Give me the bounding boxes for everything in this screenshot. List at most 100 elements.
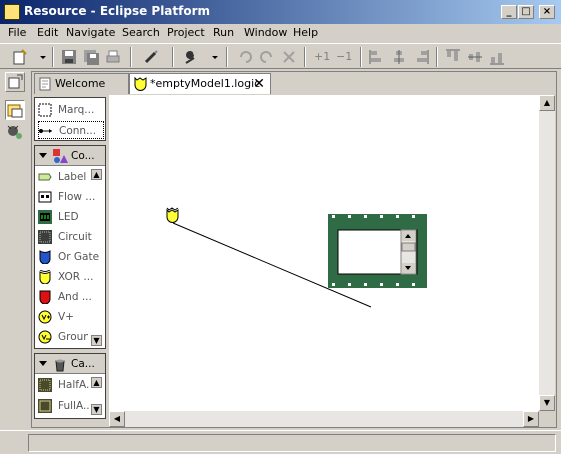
debug-perspective-icon[interactable] — [5, 122, 25, 142]
redo-icon[interactable] — [258, 48, 276, 66]
collapse-triangle-icon — [39, 361, 47, 366]
new-wizard-icon[interactable] — [12, 48, 30, 66]
palette-or-gate[interactable]: Or Gate — [38, 248, 104, 266]
toolbar-separator — [52, 47, 54, 67]
label-icon — [38, 170, 52, 184]
palette-scroll-down[interactable]: ▼ — [91, 335, 102, 346]
logic-model-icon — [134, 76, 147, 91]
status-bar — [0, 430, 561, 454]
menu-edit[interactable]: Edit — [37, 26, 58, 39]
scroll-left-button[interactable]: ◀ — [109, 411, 125, 427]
run-external-tool-icon[interactable] — [182, 48, 200, 66]
title-bar: Resource - Eclipse Platform _ □ × — [0, 0, 561, 24]
scroll-down-button[interactable]: ▼ — [539, 395, 555, 411]
perspective-bar — [2, 70, 28, 428]
print-icon[interactable] — [104, 48, 122, 66]
menu-search[interactable]: Search — [122, 26, 160, 39]
shapes-icon — [52, 148, 68, 164]
close-button[interactable]: × — [539, 5, 555, 19]
close-icon[interactable]: ✕ — [253, 74, 265, 94]
flow-container-icon — [38, 190, 52, 204]
chevron-down-icon[interactable] — [34, 48, 46, 66]
undo-icon[interactable] — [236, 48, 254, 66]
editor-area: Welcome *emptyModel1.logic ✕ Marq... Con — [31, 71, 557, 428]
palette-flow-container[interactable]: Flow ... — [38, 188, 104, 206]
toolbar-separator — [304, 47, 306, 67]
main-toolbar: +1 −1 — [0, 43, 561, 69]
save-all-icon[interactable] — [82, 48, 100, 66]
horizontal-scrollbar[interactable]: ◀ ▶ — [109, 411, 539, 427]
vplus-icon — [38, 310, 52, 324]
vertical-scrollbar[interactable]: ▲ ▼ — [539, 95, 555, 411]
menu-window[interactable]: Window — [244, 26, 287, 39]
and-gate-icon — [38, 290, 52, 305]
palette-ground[interactable]: Ground — [38, 328, 88, 346]
palette-vplus[interactable]: V+ — [38, 308, 104, 326]
full-adder-icon — [38, 399, 52, 413]
palette-connection-tool[interactable]: Conn... — [38, 121, 104, 139]
palette: Marq... Conn... Co... ▲ ▼ Label Flow ...… — [33, 95, 107, 421]
scroll-up-button[interactable]: ▲ — [539, 95, 555, 111]
tab-label: *emptyModel1.logic — [150, 77, 261, 90]
palette-scroll-up[interactable]: ▲ — [91, 377, 102, 388]
toolbar-separator — [436, 47, 438, 67]
align-center-icon[interactable] — [390, 48, 408, 66]
xor-gate-node[interactable] — [166, 207, 179, 223]
maximize-button[interactable]: □ — [518, 5, 534, 19]
open-perspective-icon[interactable] — [5, 72, 25, 92]
editor-tabs: Welcome *emptyModel1.logic ✕ — [32, 72, 556, 94]
palette-led[interactable]: LED — [38, 208, 104, 226]
diagram-canvas[interactable] — [109, 95, 539, 411]
menu-bar: File Edit Navigate Search Project Run Wi… — [0, 24, 561, 42]
decrement-button[interactable]: −1 — [336, 50, 352, 63]
toolbar-separator — [172, 47, 174, 67]
palette-full-adder[interactable]: FullA... — [38, 397, 90, 415]
marquee-icon — [38, 103, 52, 117]
led-node[interactable] — [328, 214, 427, 288]
tab-empty-model[interactable]: *emptyModel1.logic ✕ — [129, 73, 271, 94]
align-bottom-icon[interactable] — [488, 48, 506, 66]
delete-icon[interactable] — [280, 48, 298, 66]
menu-help[interactable]: Help — [293, 26, 318, 39]
increment-button[interactable]: +1 — [314, 50, 330, 63]
menu-run[interactable]: Run — [213, 26, 234, 39]
align-top-icon[interactable] — [444, 48, 462, 66]
align-left-icon[interactable] — [368, 48, 386, 66]
chevron-down-icon[interactable] — [206, 48, 218, 66]
canned-drawer-header[interactable]: Ca... — [35, 354, 105, 374]
xor-gate-icon — [38, 269, 52, 285]
menu-project[interactable]: Project — [167, 26, 205, 39]
palette-scroll-down[interactable]: ▼ — [91, 404, 102, 415]
document-icon — [39, 77, 52, 91]
pen-icon[interactable] — [142, 48, 160, 66]
palette-label[interactable]: Label — [38, 168, 104, 186]
half-adder-icon — [38, 378, 52, 392]
align-middle-icon[interactable] — [466, 48, 484, 66]
palette-and-gate[interactable]: And ... — [38, 288, 104, 306]
minimize-button[interactable]: _ — [501, 5, 517, 19]
or-gate-icon — [38, 250, 52, 265]
scroll-right-button[interactable]: ▶ — [523, 411, 539, 427]
components-drawer-header[interactable]: Co... — [35, 146, 105, 166]
collapse-triangle-icon — [39, 153, 47, 158]
align-right-icon[interactable] — [412, 48, 430, 66]
resource-perspective-icon[interactable] — [5, 100, 25, 120]
palette-xor-gate[interactable]: XOR ... — [38, 268, 104, 286]
menu-file[interactable]: File — [8, 26, 26, 39]
palette-half-adder[interactable]: HalfA... — [38, 376, 90, 394]
ground-icon — [38, 330, 52, 344]
palette-circuit[interactable]: Circuit — [38, 228, 104, 246]
palette-tools-group: Marq... Conn... — [34, 97, 106, 141]
toolbar-separator — [130, 47, 132, 67]
circuit-icon — [38, 230, 52, 244]
save-icon[interactable] — [60, 48, 78, 66]
tab-label: Welcome — [55, 77, 106, 90]
palette-components-group: Co... ▲ ▼ Label Flow ... LED Circuit Or … — [34, 145, 106, 349]
window-title: Resource - Eclipse Platform — [24, 4, 211, 18]
tab-welcome[interactable]: Welcome — [34, 73, 129, 94]
menu-navigate[interactable]: Navigate — [66, 26, 115, 39]
toolbar-separator — [360, 47, 362, 67]
palette-marquee-tool[interactable]: Marq... — [38, 101, 104, 119]
eclipse-app-icon — [4, 4, 20, 20]
bucket-icon — [52, 356, 68, 372]
